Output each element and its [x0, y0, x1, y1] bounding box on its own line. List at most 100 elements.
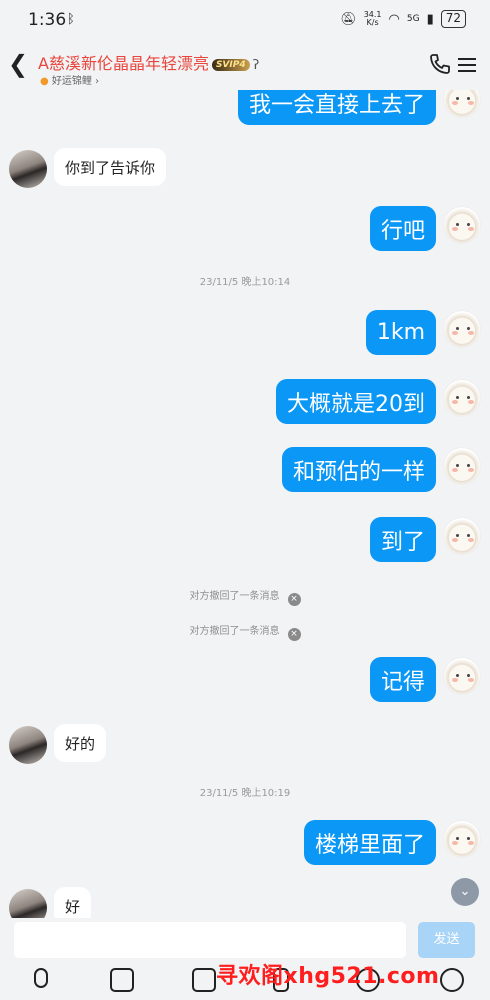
avatar-cheek: [452, 538, 458, 542]
status-time: 1:36: [28, 10, 67, 30]
battery-indicator: 72: [440, 10, 466, 28]
avatar-cheek: [468, 331, 474, 335]
avatar-eye: [467, 534, 470, 537]
mute-icon: 🔕︎: [340, 11, 357, 27]
contact-avatar[interactable]: [9, 726, 47, 764]
chat-title[interactable]: A慈溪新伦晶晶年轻漂亮 SVIP4 ʔ: [38, 50, 259, 74]
recall-notice: 对方撤回了一条消息 ×: [0, 587, 490, 606]
avatar-cheek: [452, 101, 458, 105]
koi-icon: ●: [40, 76, 49, 87]
avatar-eye: [467, 396, 470, 399]
avatar-eye: [456, 464, 459, 467]
avatar-cheek: [468, 101, 474, 105]
message-bubble[interactable]: 记得: [369, 657, 436, 702]
chat-header: ❮ A慈溪新伦晶晶年轻漂亮 SVIP4 ʔ ● 好运锦鲤 ›: [0, 42, 490, 90]
sent-message: 1km: [0, 310, 490, 358]
avatar-eye: [467, 223, 470, 226]
message-bubble[interactable]: 到了: [369, 517, 436, 562]
contact-avatar[interactable]: [9, 150, 47, 188]
sent-message: 大概就是20到: [0, 379, 490, 427]
recall-text: 对方撤回了一条消息: [189, 591, 280, 602]
avatar-cheek: [468, 841, 474, 845]
received-message: 你到了告诉你: [0, 148, 490, 196]
network-type: 5G: [406, 14, 420, 24]
received-message: 好: [0, 887, 490, 920]
message-bubble[interactable]: 好的: [54, 724, 107, 762]
message-text: 记得: [380, 669, 425, 695]
avatar-cheek: [468, 538, 474, 542]
my-avatar[interactable]: [443, 517, 481, 555]
back-icon[interactable]: ❮: [8, 50, 30, 80]
timestamp-text: 23/11/5 晚上10:19: [199, 788, 291, 799]
my-avatar[interactable]: [443, 310, 481, 348]
contact-avatar[interactable]: [9, 889, 47, 920]
network-speed: 34.1 K/s: [363, 10, 382, 27]
status-icons: 🔕︎ 34.1 K/s ◠ 5G ▮ 72: [340, 10, 466, 28]
close-icon[interactable]: ×: [287, 628, 301, 641]
message-text: 到了: [380, 529, 425, 555]
avatar-eye: [467, 837, 470, 840]
plus-icon[interactable]: [440, 968, 464, 992]
close-icon[interactable]: ×: [287, 593, 301, 606]
sent-message: 行吧: [0, 206, 490, 254]
avatar-eye: [467, 464, 470, 467]
mic-icon[interactable]: [34, 968, 48, 988]
message-text: 我一会直接上去了: [248, 92, 425, 118]
avatar-eye: [456, 837, 459, 840]
avatar-eye: [467, 327, 470, 330]
sent-message: 到了: [0, 517, 490, 565]
my-avatar[interactable]: [443, 820, 481, 858]
my-avatar[interactable]: [443, 206, 481, 244]
wifi-icon: ◠: [388, 11, 400, 27]
avatar-eye: [456, 327, 459, 330]
message-bubble[interactable]: 大概就是20到: [276, 379, 436, 424]
message-text: 大概就是20到: [287, 391, 425, 417]
my-avatar[interactable]: [443, 447, 481, 485]
message-input[interactable]: [14, 922, 406, 958]
message-list[interactable]: 我一会直接上去了你到了告诉你行吧 23/11/5 晚上10:14 1km 大概就是20…: [0, 90, 490, 920]
timestamp: 23/11/5 晚上10:14: [0, 273, 490, 288]
message-text: 楼梯里面了: [314, 832, 425, 858]
avatar-cheek: [452, 841, 458, 845]
message-bubble[interactable]: 你到了告诉你: [54, 148, 167, 186]
camera-icon[interactable]: [192, 968, 216, 992]
avatar-eye: [456, 223, 459, 226]
subtitle-text: 好运锦鲤: [51, 76, 92, 87]
timestamp-text: 23/11/5 晚上10:14: [199, 277, 291, 288]
avatar-cheek: [468, 468, 474, 472]
sent-message: 我一会直接上去了: [0, 90, 490, 128]
my-avatar[interactable]: [443, 379, 481, 417]
my-avatar[interactable]: [443, 657, 481, 695]
message-bubble[interactable]: 楼梯里面了: [303, 820, 436, 865]
send-button[interactable]: 发送: [418, 922, 475, 958]
avatar-cheek: [452, 331, 458, 335]
status-bar: 1:36 ᛒ 🔕︎ 34.1 K/s ◠ 5G ▮ 72: [0, 0, 490, 42]
chat-subtitle[interactable]: ● 好运锦鲤 ›: [40, 72, 99, 87]
bluetooth-icon: ᛒ: [67, 12, 75, 27]
message-bubble[interactable]: 行吧: [369, 206, 436, 251]
contact-name: A慈溪新伦晶晶年轻漂亮: [38, 54, 209, 73]
vip-badge: SVIP4: [211, 59, 250, 71]
timestamp: 23/11/5 晚上10:19: [0, 784, 490, 799]
message-bubble[interactable]: 和预估的一样: [281, 447, 436, 492]
message-bubble[interactable]: 好: [54, 887, 92, 920]
signal-icon: ▮: [426, 11, 434, 27]
my-avatar[interactable]: [443, 90, 481, 118]
phone-icon[interactable]: [428, 52, 452, 76]
message-bubble[interactable]: 我一会直接上去了: [237, 90, 436, 125]
avatar-eye: [456, 97, 459, 100]
message-bubble[interactable]: 1km: [365, 310, 436, 355]
recall-text: 对方撤回了一条消息: [189, 626, 280, 637]
sent-message: 楼梯里面了: [0, 820, 490, 868]
image-icon[interactable]: [110, 968, 134, 992]
sent-message: 和预估的一样: [0, 447, 490, 495]
avatar-eye: [467, 674, 470, 677]
message-text: 好: [65, 897, 81, 916]
menu-icon[interactable]: [458, 54, 476, 74]
avatar-cheek: [452, 468, 458, 472]
message-text: 好的: [65, 734, 96, 753]
scroll-down-icon[interactable]: ⌄: [451, 878, 479, 906]
avatar-cheek: [452, 400, 458, 404]
message-text: 1km: [376, 320, 425, 345]
received-message: 好的: [0, 724, 490, 772]
